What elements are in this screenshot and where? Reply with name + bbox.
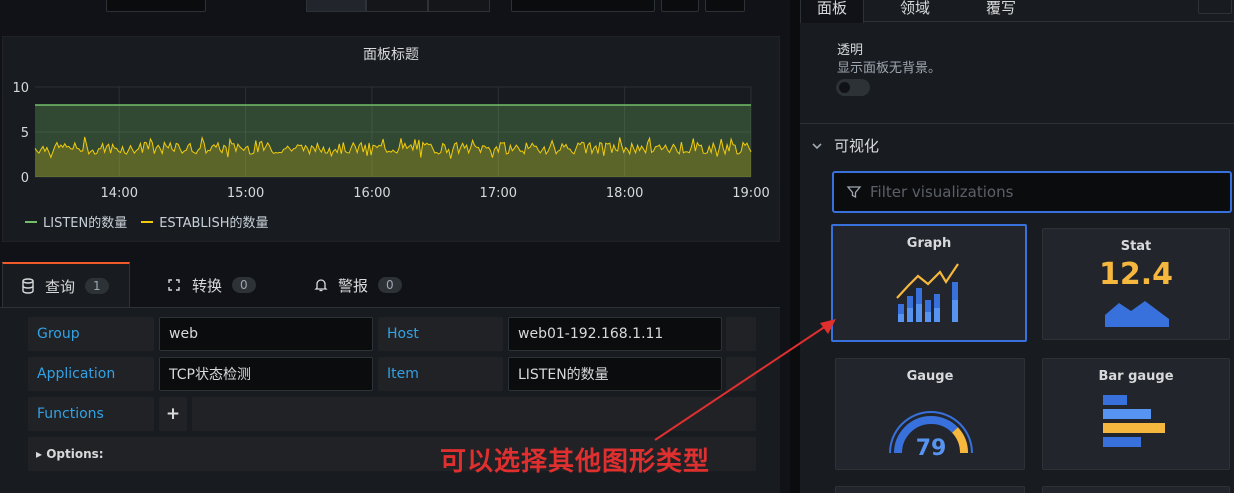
toolbar-segment-3[interactable]	[428, 0, 490, 12]
vis-card-stat[interactable]: Stat 12.4	[1042, 228, 1230, 340]
item-label: Item	[378, 357, 503, 391]
group-input[interactable]: web	[159, 317, 373, 351]
tab-count: 0	[378, 277, 402, 293]
toggle-knob	[839, 82, 850, 93]
filter-icon	[846, 186, 862, 199]
filter-input[interactable]	[870, 183, 1210, 201]
top-toolbar	[0, 0, 790, 14]
refresh-button[interactable]	[705, 0, 745, 12]
tab-field[interactable]: 领域	[884, 0, 946, 22]
vis-card-bar-gauge[interactable]: Bar gauge	[1042, 358, 1230, 470]
legend-item-establish[interactable]: ESTABLISH的数量	[141, 212, 269, 231]
card-name: Gauge	[906, 369, 954, 384]
host-input[interactable]: web01-192.168.1.11	[508, 317, 722, 351]
chevron-down-icon	[812, 142, 822, 149]
transparent-title: 透明	[837, 43, 864, 58]
vis-card-more[interactable]	[1042, 486, 1230, 493]
legend-swatch	[25, 220, 37, 223]
section-title: 可视化	[834, 137, 880, 155]
time-picker[interactable]	[511, 0, 655, 12]
tab-query[interactable]: 查询 1	[2, 262, 130, 308]
x-tick-label: 19:00	[732, 186, 769, 201]
x-tick-label: 15:00	[227, 186, 264, 201]
vis-card-more[interactable]	[835, 486, 1025, 493]
y-tick-label: 0	[21, 171, 29, 186]
collapse-pane-button[interactable]	[1198, 0, 1232, 14]
row-action[interactable]	[726, 317, 756, 351]
toolbar-segment-2[interactable]	[366, 0, 428, 12]
y-tick-label: 5	[21, 126, 29, 141]
gauge-vis-icon: 79	[889, 411, 973, 461]
tab-label: 转换	[192, 276, 223, 295]
visualization-section-header[interactable]: 可视化	[812, 135, 879, 156]
add-function-button[interactable]: +	[159, 397, 187, 431]
graph-vis-icon	[896, 263, 959, 322]
y-tick-label: 10	[12, 81, 29, 96]
functions-area	[192, 397, 756, 431]
tab-count: 0	[232, 277, 256, 293]
card-name: Graph	[906, 236, 952, 251]
database-icon	[22, 278, 34, 294]
gauge-value: 79	[916, 436, 947, 461]
tab-panel[interactable]: 面板	[800, 0, 865, 23]
tab-label: 查询	[45, 277, 76, 296]
toolbar-segment-1[interactable]	[306, 0, 366, 12]
annotation-text: 可以选择其他图形类型	[440, 447, 711, 477]
legend-label: LISTEN的数量	[43, 216, 128, 231]
vis-card-graph[interactable]: Graph	[831, 224, 1027, 342]
legend-item-listen[interactable]: LISTEN的数量	[25, 212, 127, 231]
stat-value: 12.4	[1098, 257, 1174, 292]
application-input[interactable]: TCP状态检测	[159, 357, 373, 391]
vis-card-gauge[interactable]: Gauge 79	[835, 358, 1025, 470]
transform-icon	[168, 279, 180, 291]
x-tick-label: 18:00	[606, 186, 643, 201]
stat-sparkline-icon	[1105, 301, 1169, 327]
transparent-description: 显示面板无背景。	[837, 61, 942, 76]
graph-chart: 0 5 10 14:00 15:00 16:00 17:00 18:00 19:00	[12, 81, 769, 201]
item-input[interactable]: LISTEN的数量	[508, 357, 722, 391]
tab-count: 1	[85, 278, 109, 294]
row-action[interactable]	[726, 357, 756, 391]
card-name: Bar gauge	[1098, 369, 1174, 384]
tab-label: 警报	[338, 276, 369, 295]
host-label: Host	[378, 317, 503, 351]
toolbar-select[interactable]	[106, 0, 206, 12]
zoom-out-button[interactable]	[661, 0, 699, 12]
filter-visualizations[interactable]	[832, 171, 1232, 213]
x-tick-label: 16:00	[353, 186, 390, 201]
options-tabs: 面板 领域 覆写	[800, 0, 1234, 23]
legend: LISTEN的数量 ESTABLISH的数量	[25, 212, 269, 231]
functions-label: Functions	[28, 397, 154, 431]
editor-tabs: 查询 1 转换 0 警报 0	[0, 262, 790, 308]
application-label: Application	[28, 357, 154, 391]
transparent-toggle[interactable]	[836, 79, 870, 96]
graph-panel: 面板标题 0 5 10 14:00 15:00 16:00 17:00 18:00 19:00 …	[2, 36, 780, 242]
x-tick-label: 17:00	[480, 186, 517, 201]
legend-label: ESTABLISH的数量	[159, 216, 269, 231]
group-label: Group	[28, 317, 154, 351]
tab-transform[interactable]: 转换 0	[148, 262, 274, 308]
tab-alert[interactable]: 警报 0	[296, 262, 420, 308]
x-tick-label: 14:00	[101, 186, 138, 201]
section-divider	[800, 123, 1234, 124]
legend-swatch	[141, 220, 154, 223]
bell-icon	[314, 279, 328, 292]
card-name: Stat	[1120, 239, 1152, 254]
pane-divider[interactable]	[790, 0, 800, 493]
options-pane: 面板 领域 覆写 透明 显示面板无背景。 可视化 Graph	[800, 0, 1234, 493]
bar-gauge-vis-icon	[1103, 395, 1165, 447]
tab-overrides[interactable]: 覆写	[970, 0, 1032, 22]
